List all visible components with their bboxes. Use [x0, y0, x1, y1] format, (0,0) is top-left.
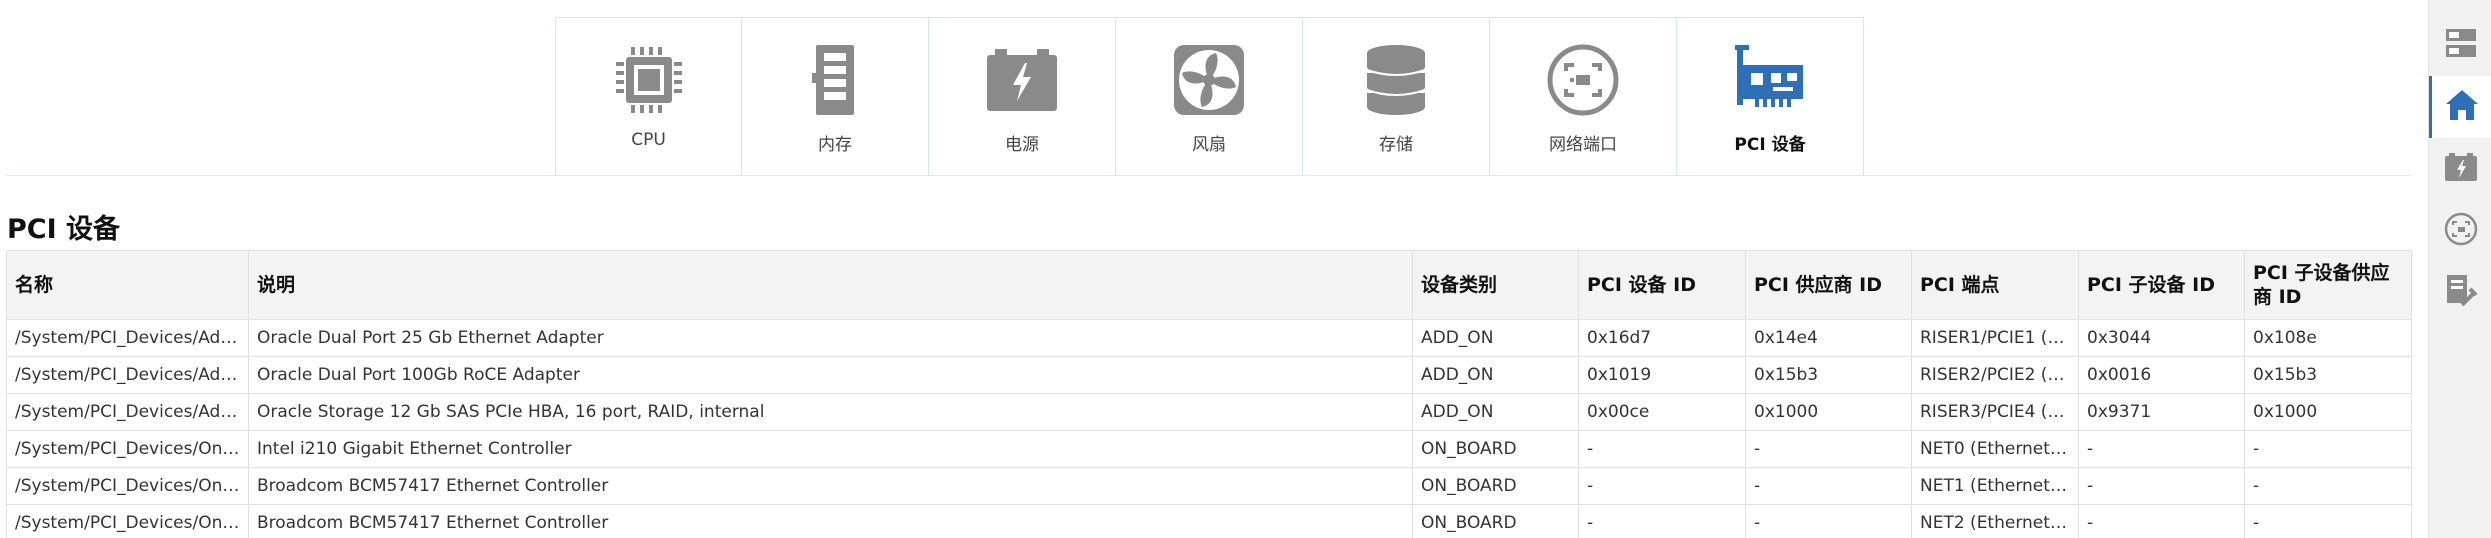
- tile-cpu[interactable]: CPU: [555, 17, 742, 176]
- cell-device-id: 0x1019: [1578, 356, 1746, 394]
- home-icon: [2444, 88, 2480, 126]
- cell-description: Oracle Storage 12 Gb SAS PCIe HBA, 16 po…: [248, 393, 1413, 431]
- cell-endpoint: NET1 (Ethernet Port 1): [1911, 467, 2079, 505]
- right-sidebar: [2428, 0, 2491, 538]
- component-tiles: CPU 内存 电源 风扇 存储 网络端口 PCI 设备: [555, 17, 1864, 176]
- cell-name: /System/PCI_Devices/On_Board/Device_1: [6, 430, 249, 468]
- cell-description: Broadcom BCM57417 Ethernet Controller: [248, 504, 1413, 538]
- tile-label: 网络端口: [1549, 135, 1617, 155]
- cell-endpoint: NET0 (Ethernet Port 0): [1911, 430, 2079, 468]
- column-header-subdevice-id[interactable]: PCI 子设备 ID: [2078, 250, 2245, 320]
- cell-device-id: -: [1578, 504, 1746, 538]
- cell-subdevice-id: 0x3044: [2078, 319, 2245, 357]
- cell-endpoint: RISER1/PCIE1 (PCIe Slot 1): [1911, 319, 2079, 357]
- cell-subdevice-id: -: [2078, 430, 2245, 468]
- sidebar-item-power[interactable]: [2429, 138, 2491, 200]
- cell-device-class: ON_BOARD: [1412, 430, 1579, 468]
- sidebar-item-network[interactable]: [2429, 200, 2491, 262]
- cell-subdevice-id: -: [2078, 467, 2245, 505]
- cell-vendor-id: -: [1745, 467, 1912, 505]
- cell-description: Oracle Dual Port 100Gb RoCE Adapter: [248, 356, 1413, 394]
- cell-subdevice-id: 0x9371: [2078, 393, 2245, 431]
- sidebar-item-summary[interactable]: [2429, 14, 2491, 76]
- column-header-name[interactable]: 名称: [6, 250, 249, 320]
- cell-device-class: ADD_ON: [1412, 356, 1579, 394]
- cell-subvendor-id: -: [2244, 467, 2412, 505]
- cell-name: /System/PCI_Devices/Add_On/Device_1: [6, 319, 249, 357]
- tile-label: 风扇: [1192, 135, 1226, 155]
- cell-device-class: ADD_ON: [1412, 319, 1579, 357]
- cell-vendor-id: -: [1745, 504, 1912, 538]
- cell-vendor-id: 0x14e4: [1745, 319, 1912, 357]
- cell-vendor-id: 0x15b3: [1745, 356, 1912, 394]
- cell-name: /System/PCI_Devices/Add_On/Device_2: [6, 356, 249, 394]
- cell-vendor-id: 0x1000: [1745, 393, 1912, 431]
- network-port-icon: [1543, 40, 1623, 120]
- tile-label: 电源: [1005, 135, 1039, 155]
- fan-icon: [1169, 40, 1249, 120]
- cell-description: Oracle Dual Port 25 Gb Ethernet Adapter: [248, 319, 1413, 357]
- cell-subvendor-id: 0x1000: [2244, 393, 2412, 431]
- tile-storage[interactable]: 存储: [1303, 17, 1490, 176]
- cell-device-id: -: [1578, 430, 1746, 468]
- sidebar-item-maintenance[interactable]: [2429, 262, 2491, 324]
- page-title: PCI 设备: [7, 214, 121, 245]
- cell-endpoint: NET2 (Ethernet Port 2): [1911, 504, 2079, 538]
- table-row[interactable]: /System/PCI_Devices/On_Board/Device_1 In…: [6, 430, 2412, 468]
- power-supply-icon: [982, 40, 1062, 120]
- cell-device-id: 0x00ce: [1578, 393, 1746, 431]
- sidebar-item-home[interactable]: [2429, 76, 2491, 138]
- table-row[interactable]: /System/PCI_Devices/On_Board/Device_3 Br…: [6, 504, 2412, 538]
- cell-description: Broadcom BCM57417 Ethernet Controller: [248, 467, 1413, 505]
- table-row[interactable]: /System/PCI_Devices/Add_On/Device_2 Orac…: [6, 356, 2412, 394]
- cell-subdevice-id: -: [2078, 504, 2245, 538]
- tile-label: 存储: [1379, 135, 1413, 155]
- table-row[interactable]: /System/PCI_Devices/Add_On/Device_4 Orac…: [6, 393, 2412, 431]
- tile-label: CPU: [631, 130, 666, 150]
- server-summary-icon: [2444, 26, 2478, 64]
- cell-name: /System/PCI_Devices/On_Board/Device_3: [6, 504, 249, 538]
- cell-subvendor-id: -: [2244, 430, 2412, 468]
- cell-subvendor-id: 0x108e: [2244, 319, 2412, 357]
- pci-device-icon: [1730, 40, 1810, 120]
- column-header-device-class[interactable]: 设备类别: [1412, 250, 1579, 320]
- table-header-row: 名称 说明 设备类别 PCI 设备 ID PCI 供应商 ID PCI 端点 P…: [6, 250, 2412, 320]
- memory-icon: [795, 40, 875, 120]
- cell-name: /System/PCI_Devices/Add_On/Device_4: [6, 393, 249, 431]
- cell-subvendor-id: 0x15b3: [2244, 356, 2412, 394]
- column-header-vendor-id[interactable]: PCI 供应商 ID: [1745, 250, 1912, 320]
- cpu-icon: [609, 40, 689, 120]
- tile-pci-device[interactable]: PCI 设备: [1677, 17, 1864, 176]
- power-icon: [2444, 152, 2478, 186]
- cell-endpoint: RISER2/PCIE2 (PCIe Slot 2): [1911, 356, 2079, 394]
- cell-description: Intel i210 Gigabit Ethernet Controller: [248, 430, 1413, 468]
- table-row[interactable]: /System/PCI_Devices/Add_On/Device_1 Orac…: [6, 319, 2412, 357]
- tile-power[interactable]: 电源: [929, 17, 1116, 176]
- column-header-description[interactable]: 说明: [248, 250, 1413, 320]
- cell-device-id: -: [1578, 467, 1746, 505]
- tile-label: 内存: [818, 135, 852, 155]
- tile-memory[interactable]: 内存: [742, 17, 929, 176]
- column-header-endpoint[interactable]: PCI 端点: [1911, 250, 2079, 320]
- cell-name: /System/PCI_Devices/On_Board/Device_2: [6, 467, 249, 505]
- network-icon: [2444, 212, 2478, 250]
- cell-device-class: ON_BOARD: [1412, 467, 1579, 505]
- cell-endpoint: RISER3/PCIE4 (PCIe Slot 4): [1911, 393, 2079, 431]
- cell-device-class: ADD_ON: [1412, 393, 1579, 431]
- cell-device-class: ON_BOARD: [1412, 504, 1579, 538]
- cell-subdevice-id: 0x0016: [2078, 356, 2245, 394]
- tile-fan[interactable]: 风扇: [1116, 17, 1303, 176]
- tile-network-port[interactable]: 网络端口: [1490, 17, 1677, 176]
- cell-device-id: 0x16d7: [1578, 319, 1746, 357]
- tile-label: PCI 设备: [1734, 135, 1806, 155]
- column-header-subvendor-id[interactable]: PCI 子设备供应商 ID: [2244, 250, 2412, 320]
- cell-vendor-id: -: [1745, 430, 1912, 468]
- maintenance-icon: [2444, 273, 2478, 313]
- column-header-device-id[interactable]: PCI 设备 ID: [1578, 250, 1746, 320]
- cell-subvendor-id: -: [2244, 504, 2412, 538]
- storage-icon: [1356, 40, 1436, 120]
- tiles-divider: [6, 175, 2411, 176]
- table-row[interactable]: /System/PCI_Devices/On_Board/Device_2 Br…: [6, 467, 2412, 505]
- pci-devices-table: 名称 说明 设备类别 PCI 设备 ID PCI 供应商 ID PCI 端点 P…: [6, 250, 2412, 538]
